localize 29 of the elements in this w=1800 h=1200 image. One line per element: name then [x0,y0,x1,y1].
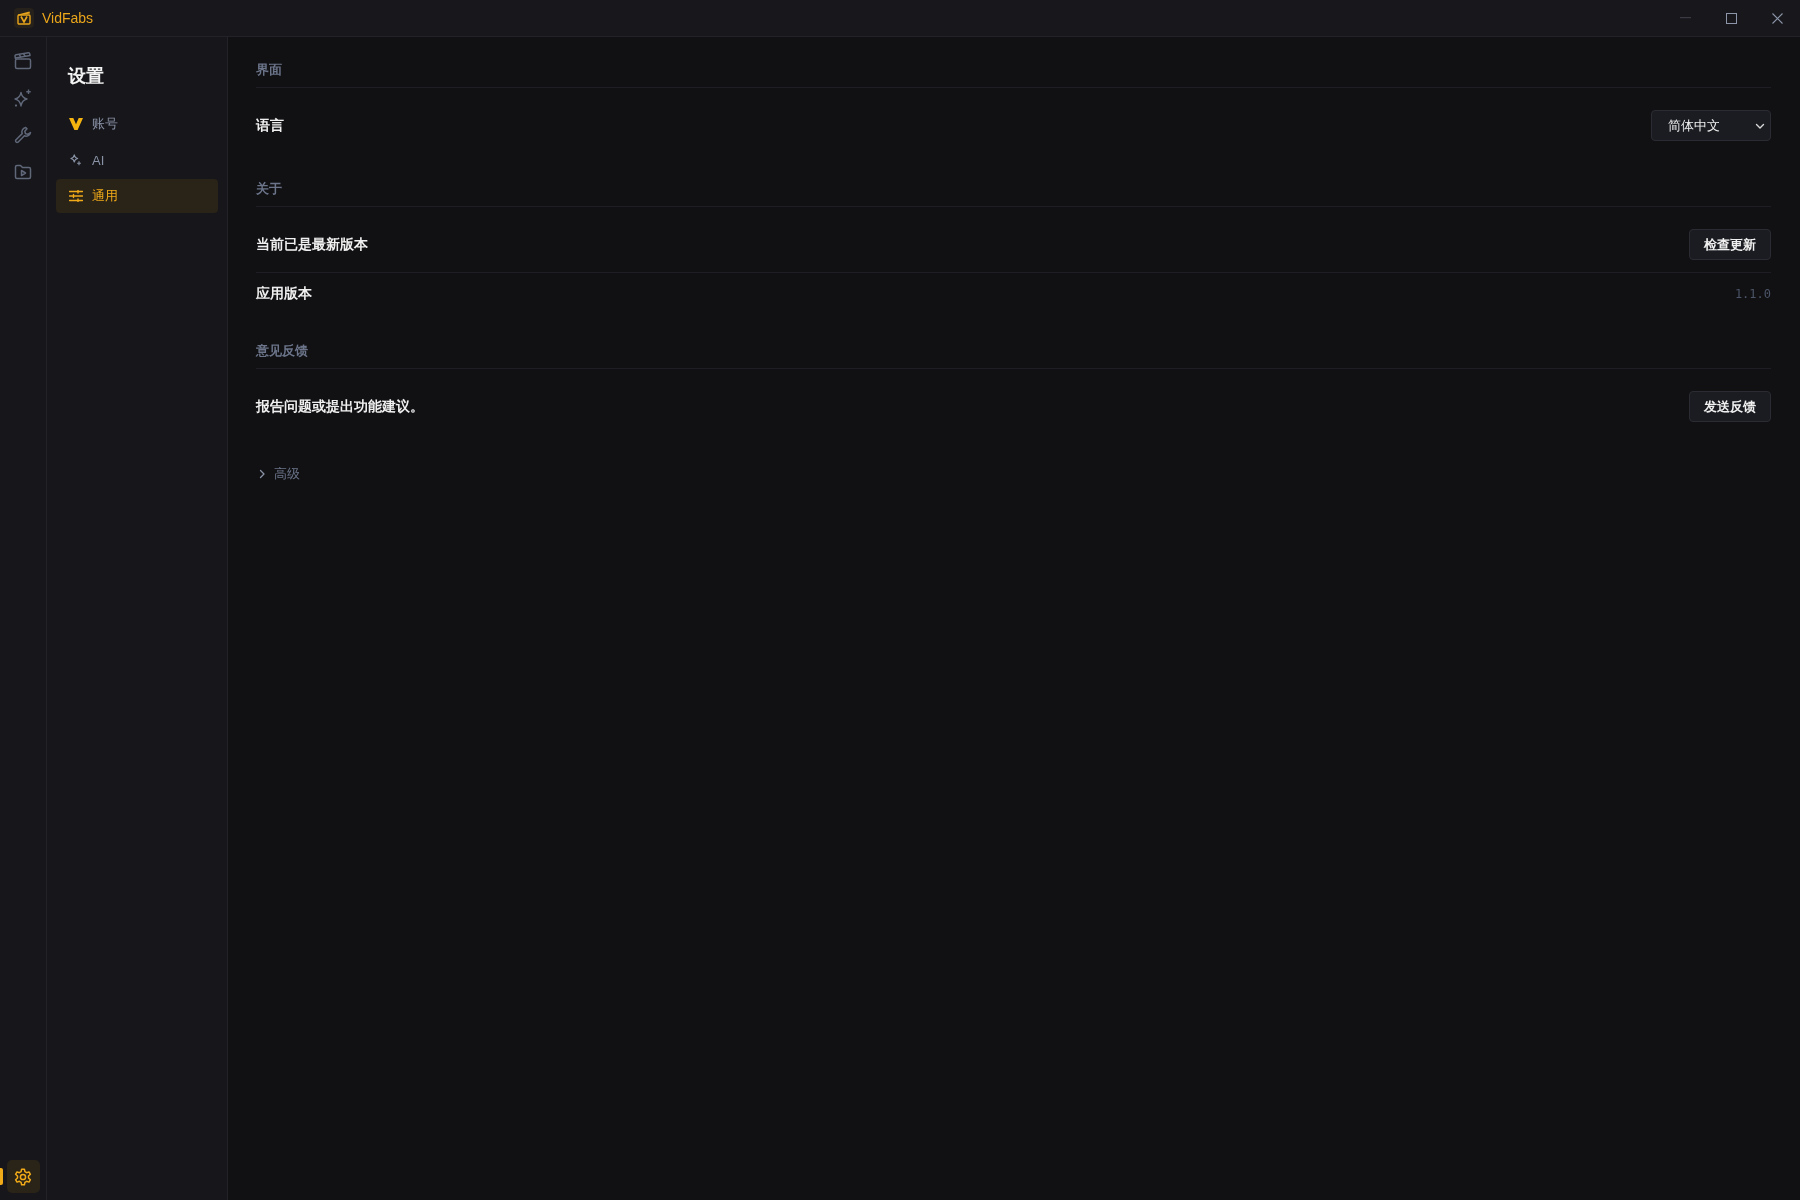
section-heading: 界面 [256,62,282,79]
action-button[interactable]: 检查更新 [1689,229,1771,260]
settings-button[interactable] [6,1160,40,1193]
sidebar-title: 设置 [66,65,104,88]
setting-label: 报告问题或提出功能建议。 [256,397,424,416]
sidebar-item[interactable]: AI [56,143,218,177]
v-logo-icon [69,118,83,130]
close-icon[interactable] [1771,12,1783,24]
sparkle-icon [69,154,83,166]
clapperboard-icon [13,50,33,71]
setting-label: 应用版本 [256,285,312,303]
section-heading: 关于 [256,181,282,198]
sliders-icon [69,190,83,202]
language-select[interactable]: 简体中文 [1651,110,1771,141]
app-title: VidFabs [42,10,94,26]
action-button[interactable]: 发送反馈 [1689,391,1771,422]
section-heading: 意见反馈 [256,343,308,360]
setting-label: 语言 [256,116,284,135]
advanced-toggle[interactable]: 高级 [256,465,300,483]
maximize-icon[interactable] [1725,12,1737,24]
active-indicator [0,1168,3,1185]
wrench-icon [13,124,33,145]
app-logo-icon [14,8,34,28]
sidebar-item[interactable]: 通用 [56,179,218,213]
sidebar-item[interactable]: 账号 [56,107,218,141]
settings-icon [13,1166,33,1187]
version-text: 1.1.0 [1734,286,1771,303]
setting-label: 当前已是最新版本 [256,235,368,254]
sparkle-icon [13,87,33,108]
